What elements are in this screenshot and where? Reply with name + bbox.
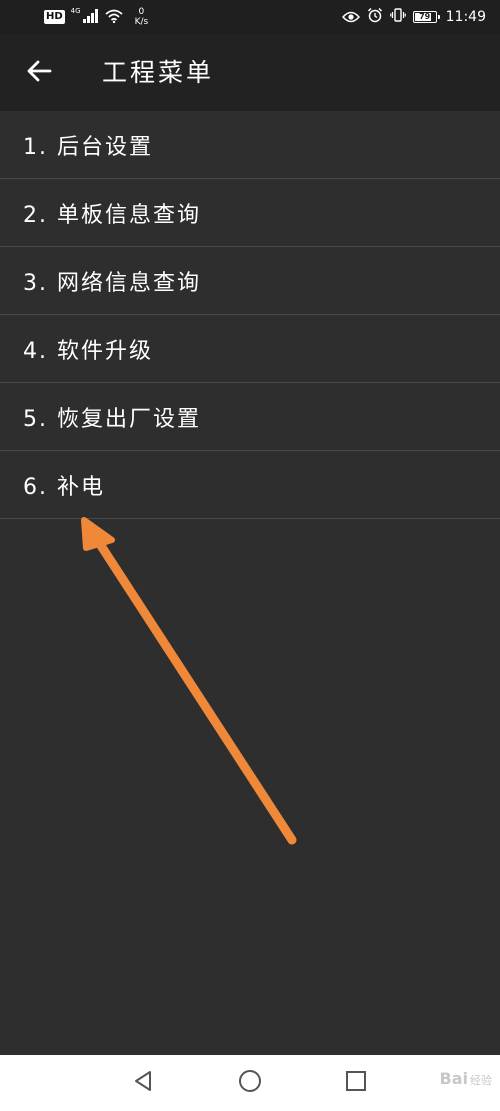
menu-item-factory-reset[interactable]: 5. 恢复出厂设置: [0, 383, 500, 451]
nav-home-button[interactable]: [236, 1069, 264, 1097]
clock: 11:49: [445, 9, 486, 25]
vibrate-icon: [389, 7, 406, 27]
menu-item-backend-settings[interactable]: 1. 后台设置: [0, 111, 500, 179]
menu-item-network-info[interactable]: 3. 网络信息查询: [0, 247, 500, 315]
watermark-text: Bai: [439, 1069, 468, 1088]
net-speed: 0 K/s: [135, 7, 149, 27]
status-left: HD 4G 0 K/s: [44, 6, 148, 28]
app-bar: 工程菜单: [0, 34, 500, 111]
cell-signal-icon: [82, 8, 99, 27]
square-recents-icon: [345, 1070, 367, 1096]
net-speed-value: 0: [138, 7, 145, 17]
battery-level: 79: [419, 12, 431, 21]
menu-list: 1. 后台设置 2. 单板信息查询 3. 网络信息查询 4. 软件升级 5. 恢…: [0, 111, 500, 519]
nav-recents-button[interactable]: [342, 1069, 370, 1097]
nav-back-button[interactable]: [129, 1069, 157, 1097]
arrow-left-icon: [26, 59, 52, 87]
network-type-label: 4G: [70, 7, 81, 15]
triangle-back-icon: [132, 1070, 154, 1096]
status-bar: HD 4G 0 K/s 79 11:49: [0, 0, 500, 34]
back-button[interactable]: [22, 56, 56, 90]
menu-item-board-info[interactable]: 2. 单板信息查询: [0, 179, 500, 247]
wifi-icon: [104, 8, 123, 27]
watermark-sub: 经验: [470, 1074, 492, 1087]
navigation-bar: Bai 经验: [0, 1055, 500, 1111]
status-right: 79 11:49: [341, 6, 486, 28]
circle-home-icon: [238, 1069, 262, 1097]
battery-icon: 79: [412, 11, 440, 23]
alarm-icon: [367, 7, 383, 27]
eye-icon: [341, 8, 360, 27]
page-title: 工程菜单: [102, 58, 215, 87]
net-speed-unit: K/s: [134, 17, 149, 27]
hd-badge: HD: [44, 10, 65, 24]
menu-item-battery-charge[interactable]: 6. 补电: [0, 451, 500, 519]
menu-item-software-upgrade[interactable]: 4. 软件升级: [0, 315, 500, 383]
watermark: Bai 经验: [440, 1069, 492, 1088]
